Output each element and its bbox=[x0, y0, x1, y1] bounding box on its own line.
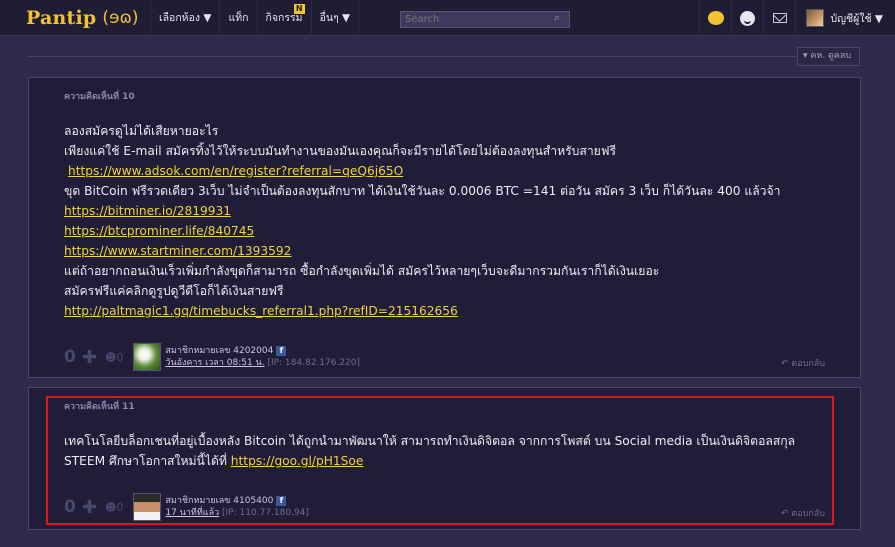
comment-body: เทคโนโลยีบล็อกเชนที่อยู่เบื้องหลัง Bitco… bbox=[64, 431, 795, 471]
vote-count: 0 bbox=[64, 497, 76, 517]
nav-label: อื่นๆ ▼ bbox=[319, 12, 351, 24]
mail-icon bbox=[772, 13, 787, 23]
nav-label: แท็ก bbox=[228, 12, 249, 24]
nav-label: เลือกห้อง ▼ bbox=[159, 12, 212, 24]
search-input[interactable] bbox=[400, 11, 570, 28]
comment-link[interactable]: http://paltmagic1.gq/timebucks_referral1… bbox=[64, 304, 458, 318]
reply-icon: ↶ bbox=[780, 509, 789, 519]
nav-tags[interactable]: แท็ก bbox=[219, 0, 256, 36]
comment-line: https://www.adsok.com/en/register?referr… bbox=[64, 161, 781, 181]
sort-comments-dropdown[interactable]: ▾ คห. ดูคลบ bbox=[797, 47, 860, 66]
emotion-count[interactable]: ☻0 bbox=[105, 351, 123, 364]
plus-vote-icon[interactable]: ✚ bbox=[82, 347, 97, 368]
comment-line: ขุด BitCoin ฟรีรวดเดียว 3เว็บ ไม่จำเป็นต… bbox=[64, 184, 781, 198]
comment-line: แต่ถ้าอยากถอนเงินเร็วเพิ่มกำลังขุดก็สามา… bbox=[64, 264, 660, 278]
divider bbox=[28, 56, 796, 57]
comment-text: STEEM ศึกษาโอกาสใหม่นี้ได้ที่ bbox=[64, 454, 231, 468]
emotion-count[interactable]: ☻0 bbox=[105, 501, 123, 514]
avatar[interactable] bbox=[133, 343, 162, 371]
comment-line: เทคโนโลยีบล็อกเชนที่อยู่เบื้องหลัง Bitco… bbox=[64, 434, 796, 448]
comment-link[interactable]: https://goo.gl/pH1Soe bbox=[231, 454, 364, 468]
comment-title: ความคิดเห็นที่ 11 bbox=[64, 402, 135, 412]
comment-card-10: ความคิดเห็นที่ 10 ลองสมัครดูไม่ได้เสียหา… bbox=[28, 77, 861, 378]
comment-card-11: ความคิดเห็นที่ 11 เทคโนโลยีบล็อกเชนที่อย… bbox=[28, 387, 861, 530]
ip-address: [IP: 184.82.176.220] bbox=[267, 358, 361, 368]
comment-line: http://paltmagic1.gq/timebucks_referral1… bbox=[64, 301, 781, 321]
comment-line: https://bitminer.io/2819931 bbox=[64, 201, 781, 221]
top-navbar: Pantip (ɘɷ) เลือกห้อง ▼ แท็ก กิจกรรม N อื… bbox=[0, 0, 895, 36]
comment-link[interactable]: https://www.startminer.com/1393592 bbox=[64, 244, 291, 258]
main-nav: เลือกห้อง ▼ แท็ก กิจกรรม N อื่นๆ ▼ bbox=[150, 0, 360, 36]
comment-line: https://www.startminer.com/1393592 bbox=[64, 241, 781, 261]
comment-footer: 0 ✚ ☻0 สมาชิกหมายเลข 4105400 f 17 นาทีที่… bbox=[64, 493, 309, 521]
reply-button[interactable]: ↶ ตอบกลับ bbox=[781, 506, 825, 520]
emotion-count-value: 0 bbox=[116, 500, 124, 514]
smiley-face-icon bbox=[707, 11, 724, 25]
account-menu[interactable]: บัญชีผู้ใช้ ▼ bbox=[795, 0, 895, 36]
avatar[interactable] bbox=[133, 493, 162, 521]
comment-footer: 0 ✚ ☻0 สมาชิกหมายเลข 4202004 f วันอังคาร … bbox=[64, 343, 360, 371]
plus-vote-icon[interactable]: ✚ bbox=[82, 497, 97, 518]
comment-body: ลองสมัครดูไม่ได้เสียหายอะไร เพียงแค่ใช้ … bbox=[64, 121, 781, 321]
vote-count: 0 bbox=[64, 347, 76, 367]
mail-button[interactable] bbox=[763, 0, 795, 36]
logo-text: Pantip bbox=[26, 7, 97, 29]
comment-link[interactable]: https://btcprominer.life/840745 bbox=[64, 224, 254, 238]
pantip-logo[interactable]: Pantip (ɘɷ) bbox=[26, 6, 139, 30]
comment-line: https://btcprominer.life/840745 bbox=[64, 221, 781, 241]
ip-address: [IP: 110.77.180.94] bbox=[222, 508, 309, 518]
avatar bbox=[806, 9, 825, 27]
reply-icon: ↶ bbox=[780, 359, 789, 369]
timestamp[interactable]: 17 นาทีที่แล้ว bbox=[165, 508, 219, 518]
timestamp[interactable]: วันอังคาร เวลา 08:51 น. bbox=[165, 358, 264, 368]
facebook-icon: f bbox=[276, 495, 287, 506]
nav-activities[interactable]: กิจกรรม N bbox=[256, 0, 311, 36]
facebook-icon: f bbox=[276, 345, 287, 356]
nav-select-room[interactable]: เลือกห้อง ▼ bbox=[150, 0, 219, 36]
reply-label: ตอบกลับ bbox=[791, 359, 825, 369]
username[interactable]: สมาชิกหมายเลข 4202004 bbox=[165, 346, 273, 356]
top-icons: บัญชีผู้ใช้ ▼ bbox=[699, 0, 895, 36]
new-badge: N bbox=[293, 4, 305, 14]
logo-mark: (ɘɷ) bbox=[102, 8, 139, 28]
comment-line: ลองสมัครดูไม่ได้เสียหายอะไร bbox=[64, 124, 219, 138]
user-meta: สมาชิกหมายเลข 4202004 f วันอังคาร เวลา 08… bbox=[165, 345, 360, 369]
account-label: บัญชีผู้ใช้ ▼ bbox=[830, 12, 883, 25]
comment-link[interactable]: https://bitminer.io/2819931 bbox=[64, 204, 231, 218]
emoji-icon bbox=[740, 10, 756, 26]
reply-button[interactable]: ↶ ตอบกลับ bbox=[781, 356, 825, 370]
smiley-face-button[interactable] bbox=[699, 0, 731, 36]
reply-label: ตอบกลับ bbox=[791, 509, 825, 519]
comment-title: ความคิดเห็นที่ 10 bbox=[64, 92, 135, 102]
search-icon[interactable]: ⌕ bbox=[554, 11, 560, 25]
username[interactable]: สมาชิกหมายเลข 4105400 bbox=[165, 496, 273, 506]
comment-link[interactable]: https://www.adsok.com/en/register?referr… bbox=[68, 164, 403, 178]
comment-line: เพียงแค่ใช้ E-mail สมัครทิ้งไว้ให้ระบบมั… bbox=[64, 144, 616, 158]
comment-line: STEEM ศึกษาโอกาสใหม่นี้ได้ที่ https://go… bbox=[64, 451, 795, 471]
nav-more[interactable]: อื่นๆ ▼ bbox=[310, 0, 360, 36]
emotion-count-value: 0 bbox=[116, 350, 124, 364]
comment-line: สมัครฟรีแค่คลิกดูรูปดูวีดีโอก็ได้เงินสาย… bbox=[64, 284, 284, 298]
emoji-button[interactable] bbox=[731, 0, 763, 36]
user-meta: สมาชิกหมายเลข 4105400 f 17 นาทีที่แล้ว [I… bbox=[165, 495, 309, 519]
